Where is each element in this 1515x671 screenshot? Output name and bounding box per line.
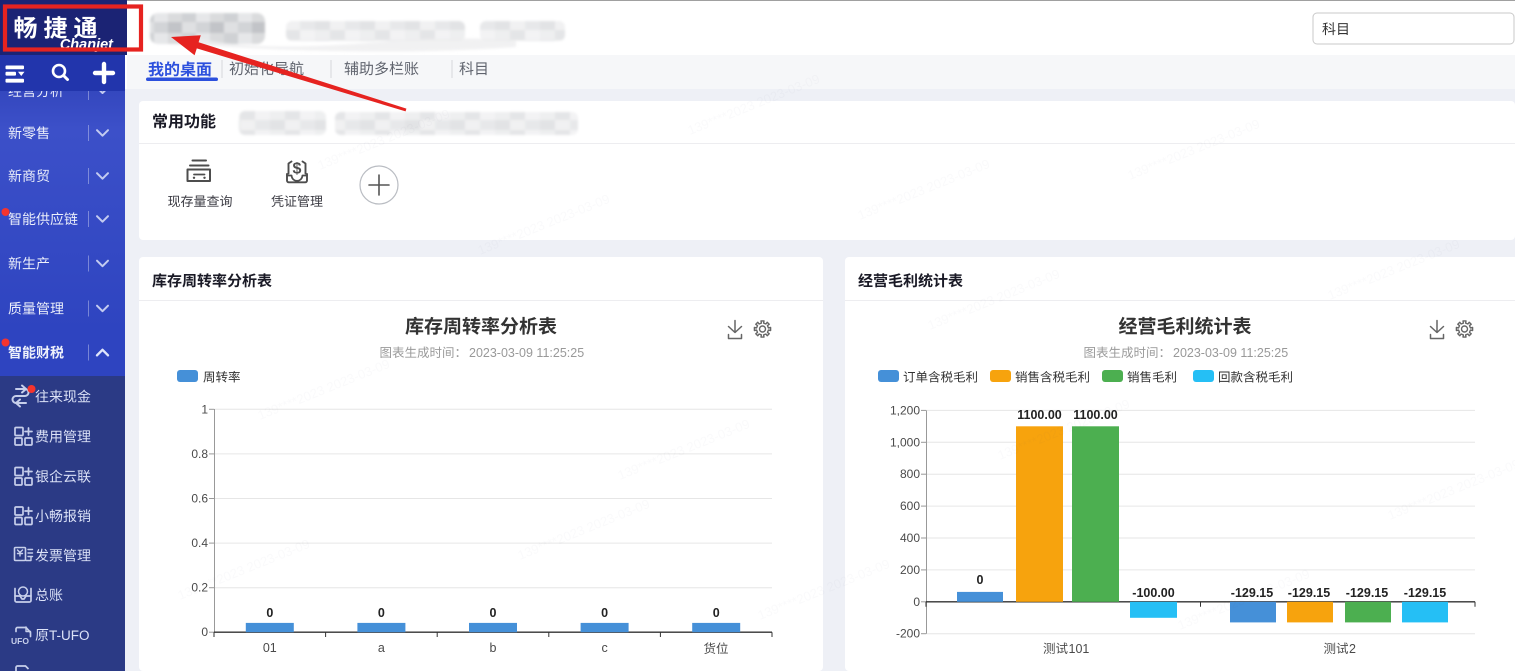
svg-text:0: 0 [266,606,273,620]
svg-text:400: 400 [900,531,920,545]
svg-text:b: b [490,641,497,655]
svg-text:01: 01 [263,641,277,655]
svg-text:0: 0 [378,606,385,620]
svg-text:1,000: 1,000 [890,435,920,449]
svg-text:0: 0 [977,573,984,587]
svg-text:$: $ [293,161,302,178]
svg-text:200: 200 [900,563,920,577]
svg-text:1,200: 1,200 [890,403,920,417]
svg-text:-100.00: -100.00 [1132,586,1174,600]
svg-text:0: 0 [490,606,497,620]
svg-text:600: 600 [900,499,920,513]
svg-text:0: 0 [713,606,720,620]
svg-text:-129.15: -129.15 [1288,586,1330,600]
svg-text:T-UFO: T-UFO [49,628,90,643]
svg-text:0.6: 0.6 [191,492,208,506]
svg-text:2: 2 [1349,642,1356,656]
svg-text:0.4: 0.4 [191,536,208,550]
svg-text:UFO: UFO [11,636,29,646]
svg-text:a: a [378,641,385,655]
svg-text:c: c [601,641,607,655]
svg-text:1: 1 [201,402,208,416]
svg-text:1100.00: 1100.00 [1017,408,1062,422]
svg-text:0.8: 0.8 [191,447,208,461]
svg-text:2023-03-09 11:25:25: 2023-03-09 11:25:25 [1173,346,1288,360]
svg-text:-200: -200 [896,627,920,641]
svg-text:0: 0 [913,595,920,609]
svg-text:-129.15: -129.15 [1404,586,1446,600]
svg-text:101: 101 [1069,642,1090,656]
svg-text:0: 0 [201,625,208,639]
svg-text:2023-03-09 11:25:25: 2023-03-09 11:25:25 [469,346,584,360]
svg-text:0: 0 [601,606,608,620]
svg-text:-129.15: -129.15 [1346,586,1388,600]
svg-text:800: 800 [900,467,920,481]
